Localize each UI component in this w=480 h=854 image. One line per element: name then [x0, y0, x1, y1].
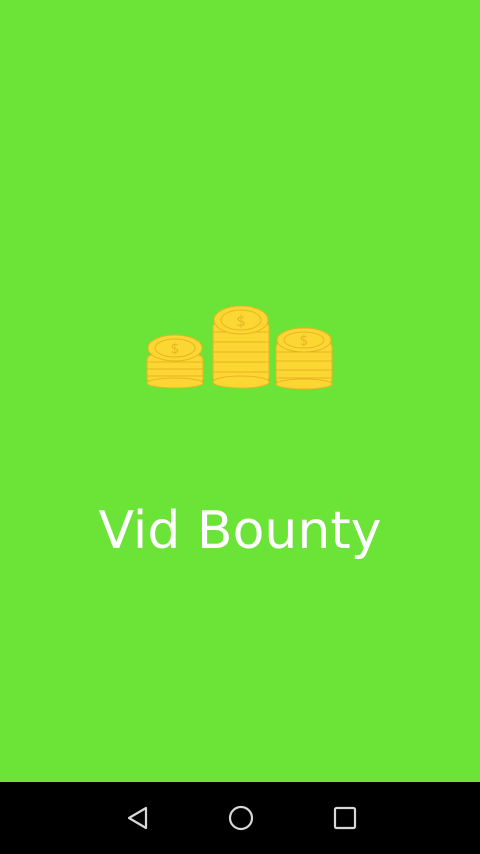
system-navigation-bar	[0, 782, 480, 854]
svg-text:$: $	[171, 341, 180, 357]
splash-screen: $ $ $ Vid Bounty	[0, 0, 480, 854]
coin-stack-middle: $	[212, 305, 270, 389]
splash-background: $ $ $ Vid Bounty	[0, 0, 480, 782]
coin-stack-right: $	[275, 327, 333, 390]
coin-stack-left: $	[146, 334, 204, 389]
svg-text:$: $	[300, 333, 309, 349]
recent-apps-square-icon[interactable]	[327, 800, 363, 836]
coin-stacks-icon: $ $ $	[146, 305, 333, 390]
svg-text:$: $	[236, 312, 246, 330]
home-circle-icon[interactable]	[223, 800, 259, 836]
app-title: Vid Bounty	[98, 501, 382, 561]
back-triangle-icon[interactable]	[120, 800, 156, 836]
